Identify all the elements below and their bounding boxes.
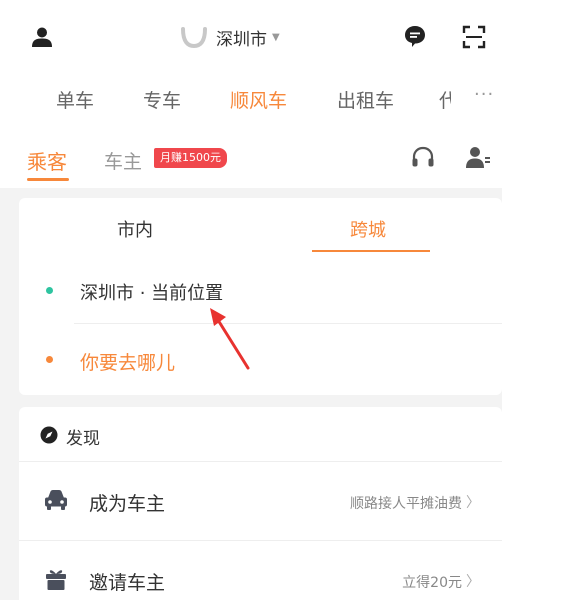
driver-earnings-badge: 月赚1500元 [154, 148, 227, 168]
top-bar: 深圳市 ▼ [0, 0, 502, 72]
tab-intercity[interactable]: 跨城 [350, 216, 386, 242]
tab-in-city[interactable]: 市内 [117, 216, 153, 242]
route-card: 市内 跨城 深圳市 · 当前位置 你要去哪儿 [19, 198, 502, 395]
message-icon[interactable] [403, 24, 427, 48]
destination-dot-icon [46, 356, 53, 363]
gift-icon [46, 570, 66, 590]
list-item-label: 成为车主 [89, 493, 166, 515]
role-tab-driver[interactable]: 车主 [104, 147, 142, 174]
didi-logo-icon [181, 27, 207, 49]
tab-designated-driver[interactable]: 代 [439, 86, 451, 113]
scan-icon[interactable] [462, 25, 486, 49]
tab-hitch[interactable]: 顺风车 [230, 86, 287, 113]
role-tab-indicator [27, 178, 69, 181]
discover-card: 发现 成为车主 顺路接人平摊油费 〉 邀请车主 立得20元 〉 [19, 407, 502, 600]
tab-premier[interactable]: 专车 [143, 86, 181, 113]
tab-taxi[interactable]: 出租车 [337, 86, 394, 113]
list-item-label: 邀请车主 [89, 572, 166, 594]
destination-field[interactable]: 你要去哪儿 [80, 348, 175, 375]
compass-icon [40, 426, 58, 444]
chevron-right-icon: 〉 [466, 495, 480, 511]
role-tab-passenger[interactable]: 乘客 [27, 146, 67, 175]
tab-bike[interactable]: 单车 [56, 86, 94, 113]
list-item-note: 立得20元 [402, 575, 462, 591]
list-divider [19, 540, 502, 541]
annotation-arrow-icon [210, 308, 250, 370]
profile-icon[interactable] [465, 145, 491, 171]
chevron-down-icon: ▼ [272, 31, 280, 43]
user-icon[interactable] [31, 26, 53, 48]
car-icon [45, 490, 67, 510]
headset-icon[interactable] [410, 145, 436, 171]
discover-divider [19, 461, 502, 462]
route-tab-indicator [312, 250, 430, 252]
role-bar: 乘客 车主 月赚1500元 [0, 126, 502, 188]
route-divider [74, 323, 502, 324]
service-tabs: 单车 专车 顺风车 出租车 代 ··· [0, 72, 502, 126]
chevron-right-icon: 〉 [466, 574, 480, 590]
list-item-note: 顺路接人平摊油费 [350, 496, 462, 512]
origin-dot-icon [46, 287, 53, 294]
city-selector[interactable]: 深圳市 ▼ [180, 22, 280, 52]
app-screen: 深圳市 ▼ 单车 专车 顺风车 出租车 代 ··· 乘客 车主 月赚1500元 [0, 0, 502, 600]
more-tabs-button[interactable]: ··· [474, 84, 494, 105]
discover-title: 发现 [66, 429, 100, 449]
city-name: 深圳市 [216, 29, 267, 50]
